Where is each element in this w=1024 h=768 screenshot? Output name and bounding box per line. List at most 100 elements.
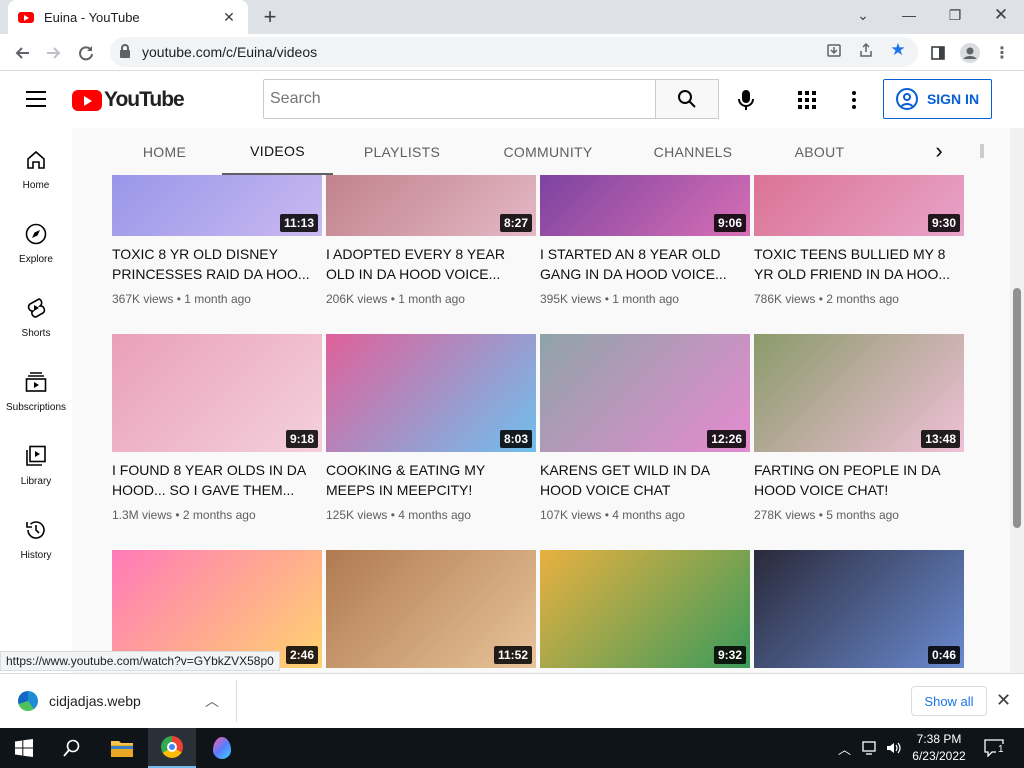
chrome-icon xyxy=(161,736,183,758)
new-tab-button[interactable]: + xyxy=(258,4,282,30)
volume-icon[interactable] xyxy=(886,738,902,758)
tab-home[interactable]: HOME xyxy=(132,128,197,175)
youtube-logo-text: YouTube xyxy=(104,88,185,111)
library-icon xyxy=(24,444,48,468)
video-thumbnail[interactable]: 11:13 xyxy=(112,175,322,236)
download-file-name[interactable]: cidjadjas.webp xyxy=(49,693,141,709)
tab-about[interactable]: ABOUT xyxy=(788,128,851,175)
video-title[interactable]: FARTING ON PEOPLE IN DA HOOD VOICE CHAT! xyxy=(754,460,964,500)
network-icon[interactable] xyxy=(862,738,878,758)
video-card[interactable]: 12:26 KARENS GET WILD IN DA HOOD VOICE C… xyxy=(540,334,750,522)
tab-close-icon[interactable]: ✕ xyxy=(220,9,238,26)
tab-channels[interactable]: CHANNELS xyxy=(647,128,739,175)
video-card[interactable]: 9:18 I FOUND 8 YEAR OLDS IN DA HOOD... S… xyxy=(112,334,322,522)
video-card[interactable]: 13:48 FARTING ON PEOPLE IN DA HOOD VOICE… xyxy=(754,334,964,522)
start-button[interactable] xyxy=(0,728,48,768)
browser-toolbar: youtube.com/c/Euina/videos ★ ⋮ xyxy=(0,34,1024,71)
video-card[interactable]: 9:30 TOXIC TEENS BULLIED MY 8 YR OLD FRI… xyxy=(754,175,964,306)
profile-avatar-icon[interactable] xyxy=(958,41,982,65)
show-hidden-icons-chevron-icon[interactable]: ︿ xyxy=(838,738,851,758)
youtube-masthead: YouTube SIGN IN xyxy=(0,72,1010,128)
video-duration: 0:46 xyxy=(927,646,960,664)
guide-item-subscriptions[interactable]: Subscriptions xyxy=(0,350,72,424)
video-card[interactable]: 11:52 xyxy=(326,550,536,668)
video-card[interactable]: 8:03 COOKING & EATING MY MEEPS IN MEEPCI… xyxy=(326,334,536,522)
voice-search-button[interactable] xyxy=(730,84,762,116)
account-icon xyxy=(895,88,918,110)
back-button[interactable] xyxy=(10,41,34,65)
video-title[interactable]: KARENS GET WILD IN DA HOOD VOICE CHAT xyxy=(540,460,750,500)
notification-center-icon[interactable]: 1 xyxy=(984,738,1006,758)
video-title[interactable]: COOKING & EATING MY MEEPS IN MEEPCITY! xyxy=(326,460,536,500)
search-input[interactable] xyxy=(263,79,656,119)
video-thumbnail[interactable]: 12:26 xyxy=(540,334,750,452)
share-icon[interactable] xyxy=(856,40,876,60)
video-title[interactable]: I FOUND 8 YEAR OLDS IN DA HOOD... SO I G… xyxy=(112,460,322,500)
bookmark-star-icon[interactable]: ★ xyxy=(888,40,908,60)
scrollbar-thumb[interactable] xyxy=(1013,288,1021,528)
show-all-button[interactable]: Show all xyxy=(911,686,987,716)
video-thumbnail[interactable]: 9:18 xyxy=(112,334,322,452)
paint3d-taskbar-button[interactable] xyxy=(198,728,246,768)
video-card[interactable]: 9:32 xyxy=(540,550,750,668)
search-icon xyxy=(63,739,80,757)
sign-in-button[interactable]: SIGN IN xyxy=(883,79,992,119)
chrome-taskbar-button[interactable] xyxy=(148,728,196,768)
forward-button[interactable] xyxy=(42,41,66,65)
tab-videos[interactable]: VIDEOS xyxy=(222,128,333,175)
chevron-right-icon[interactable]: › xyxy=(928,140,950,162)
video-title[interactable]: I ADOPTED EVERY 8 YEAR OLD IN DA HOOD VO… xyxy=(326,244,536,284)
tab-playlists[interactable]: PLAYLISTS xyxy=(357,128,447,175)
video-title[interactable]: I STARTED AN 8 YEAR OLD GANG IN DA HOOD … xyxy=(540,244,750,284)
youtube-logo[interactable]: YouTube xyxy=(72,88,185,112)
mini-guide: Home Explore Shorts Subscriptions Librar… xyxy=(0,128,72,673)
youtube-favicon-icon xyxy=(18,11,34,23)
page-scrollbar[interactable] xyxy=(1010,128,1024,673)
video-thumbnail[interactable]: 9:30 xyxy=(754,175,964,236)
video-thumbnail[interactable]: 8:27 xyxy=(326,175,536,236)
address-bar[interactable]: youtube.com/c/Euina/videos xyxy=(110,37,918,67)
video-card[interactable]: 0:46 xyxy=(754,550,964,668)
apps-grid-icon[interactable] xyxy=(795,88,819,112)
video-duration: 8:03 xyxy=(499,430,532,448)
reload-button[interactable] xyxy=(74,41,98,65)
settings-more-icon[interactable] xyxy=(844,86,864,114)
subscriptions-icon xyxy=(24,370,48,394)
side-panel-icon[interactable] xyxy=(926,41,950,65)
guide-menu-icon[interactable] xyxy=(26,91,46,107)
upload-age: 5 months ago xyxy=(826,508,899,522)
minimize-button[interactable]: — xyxy=(886,0,932,30)
video-thumbnail[interactable]: 13:48 xyxy=(754,334,964,452)
video-thumbnail[interactable]: 8:03 xyxy=(326,334,536,452)
search-button[interactable] xyxy=(655,79,719,119)
video-thumbnail[interactable]: 11:52 xyxy=(326,550,536,668)
video-thumbnail[interactable]: 0:46 xyxy=(754,550,964,668)
system-clock[interactable]: 7:38 PM 6/23/2022 xyxy=(905,731,973,765)
guide-item-history[interactable]: History xyxy=(0,498,72,572)
video-meta: 1.3M views • 2 months ago xyxy=(112,508,256,522)
guide-item-home[interactable]: Home xyxy=(0,128,72,202)
video-card[interactable]: 8:27 I ADOPTED EVERY 8 YEAR OLD IN DA HO… xyxy=(326,175,536,306)
close-shelf-icon[interactable]: ✕ xyxy=(996,690,1011,711)
video-title[interactable]: TOXIC 8 YR OLD DISNEY PRINCESSES RAID DA… xyxy=(112,244,322,284)
close-window-button[interactable]: ✕ xyxy=(978,0,1024,30)
video-thumbnail[interactable]: 9:06 xyxy=(540,175,750,236)
tab-search-icon[interactable]: ⌄ xyxy=(840,0,886,30)
view-count: 395K views xyxy=(540,292,602,306)
chevron-up-icon[interactable]: ︿ xyxy=(205,691,219,711)
video-duration: 9:30 xyxy=(927,214,960,232)
guide-item-explore[interactable]: Explore xyxy=(0,202,72,276)
video-thumbnail[interactable]: 9:32 xyxy=(540,550,750,668)
taskbar-search-button[interactable] xyxy=(48,728,96,768)
tab-community[interactable]: COMMUNITY xyxy=(494,128,602,175)
video-title[interactable]: TOXIC TEENS BULLIED MY 8 YR OLD FRIEND I… xyxy=(754,244,964,284)
video-card[interactable]: 11:13 TOXIC 8 YR OLD DISNEY PRINCESSES R… xyxy=(112,175,322,306)
install-app-icon[interactable] xyxy=(824,40,844,60)
guide-item-library[interactable]: Library xyxy=(0,424,72,498)
file-explorer-button[interactable] xyxy=(98,728,146,768)
restore-button[interactable]: ❐ xyxy=(932,0,978,30)
guide-item-shorts[interactable]: Shorts xyxy=(0,276,72,350)
browser-tab[interactable]: Euina - YouTube ✕ xyxy=(8,0,248,34)
video-card[interactable]: 9:06 I STARTED AN 8 YEAR OLD GANG IN DA … xyxy=(540,175,750,306)
browser-menu-icon[interactable]: ⋮ xyxy=(990,41,1014,65)
